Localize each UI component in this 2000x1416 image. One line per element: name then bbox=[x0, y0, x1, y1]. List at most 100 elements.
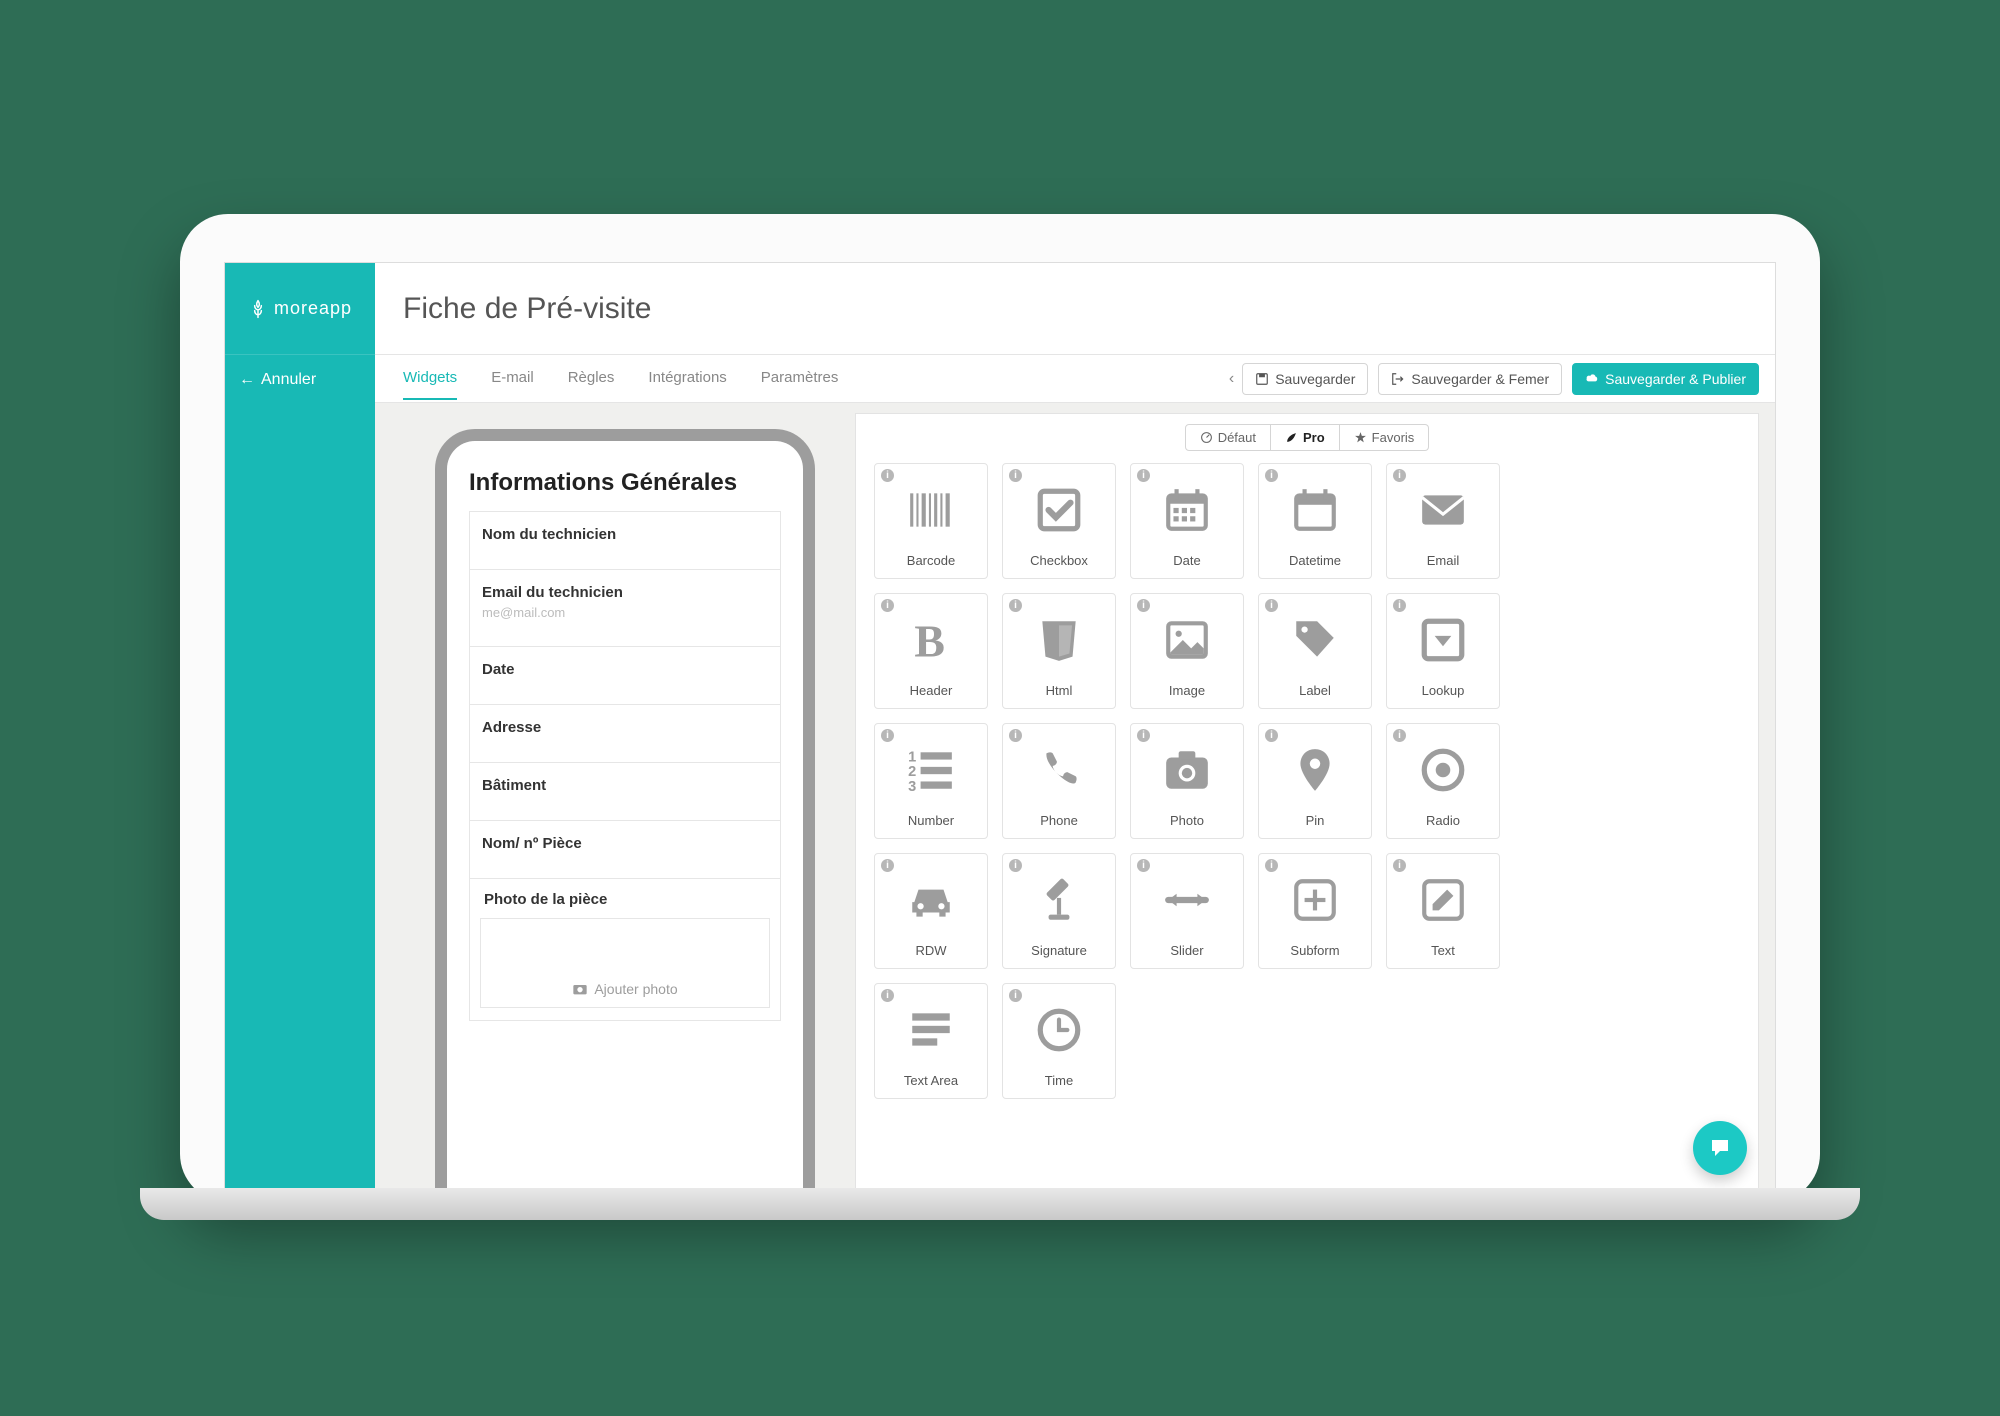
info-icon[interactable]: i bbox=[881, 599, 894, 612]
info-icon[interactable]: i bbox=[1137, 599, 1150, 612]
widget-subform[interactable]: iSubform bbox=[1258, 853, 1372, 969]
plus-square-icon bbox=[1290, 862, 1340, 937]
widget-text[interactable]: iText bbox=[1386, 853, 1500, 969]
field-label: Adresse bbox=[482, 719, 768, 736]
widget-name: Email bbox=[1427, 553, 1460, 568]
bold-icon bbox=[906, 602, 956, 677]
widget-name: Html bbox=[1046, 683, 1073, 698]
text-lines-icon bbox=[906, 992, 956, 1067]
tab-règles[interactable]: Règles bbox=[568, 357, 615, 400]
cloud-icon bbox=[1585, 372, 1599, 386]
widget-tab-défaut[interactable]: Défaut bbox=[1185, 424, 1271, 451]
info-icon[interactable]: i bbox=[1265, 599, 1278, 612]
widget-date[interactable]: iDate bbox=[1130, 463, 1244, 579]
info-icon[interactable]: i bbox=[1009, 729, 1022, 742]
widget-name: Barcode bbox=[907, 553, 955, 568]
widget-slider[interactable]: i Slider bbox=[1130, 853, 1244, 969]
chat-icon bbox=[1708, 1136, 1732, 1160]
save-publish-button[interactable]: Sauvegarder & Publier bbox=[1572, 363, 1759, 395]
widget-tab-favoris[interactable]: Favoris bbox=[1340, 424, 1430, 451]
widget-header[interactable]: i Header bbox=[874, 593, 988, 709]
widget-email[interactable]: i Email bbox=[1386, 463, 1500, 579]
edit-icon bbox=[1418, 862, 1468, 937]
widget-image[interactable]: i Image bbox=[1130, 593, 1244, 709]
widget-lookup[interactable]: i Lookup bbox=[1386, 593, 1500, 709]
form-field[interactable]: Nom du technicien bbox=[469, 511, 781, 570]
chat-fab[interactable] bbox=[1693, 1121, 1747, 1175]
form-field[interactable]: Email du technicienme@mail.com bbox=[469, 570, 781, 647]
save-button[interactable]: Sauvegarder bbox=[1242, 363, 1368, 395]
content-area: Informations Générales Nom du technicien… bbox=[375, 403, 1775, 1201]
form-field[interactable]: Date bbox=[469, 647, 781, 705]
info-icon[interactable]: i bbox=[881, 859, 894, 872]
tab-e-mail[interactable]: E-mail bbox=[491, 357, 534, 400]
widget-phone[interactable]: iPhone bbox=[1002, 723, 1116, 839]
field-label: Bâtiment bbox=[482, 777, 768, 794]
html5-icon bbox=[1034, 602, 1084, 677]
widget-name: Header bbox=[910, 683, 953, 698]
widget-name: Image bbox=[1169, 683, 1205, 698]
image-icon bbox=[1162, 602, 1212, 677]
info-icon[interactable]: i bbox=[1137, 859, 1150, 872]
info-icon[interactable]: i bbox=[1137, 469, 1150, 482]
info-icon[interactable]: i bbox=[1137, 729, 1150, 742]
info-icon[interactable]: i bbox=[1265, 859, 1278, 872]
widget-datetime[interactable]: iDatetime bbox=[1258, 463, 1372, 579]
back-label: Annuler bbox=[261, 371, 316, 389]
save-icon bbox=[1255, 372, 1269, 386]
back-button[interactable]: ← Annuler bbox=[225, 355, 375, 405]
widget-name: Lookup bbox=[1422, 683, 1465, 698]
info-icon[interactable]: i bbox=[881, 729, 894, 742]
widget-time[interactable]: iTime bbox=[1002, 983, 1116, 1099]
info-icon[interactable]: i bbox=[1393, 859, 1406, 872]
info-icon[interactable]: i bbox=[1009, 599, 1022, 612]
info-icon[interactable]: i bbox=[1009, 469, 1022, 482]
info-icon[interactable]: i bbox=[1265, 729, 1278, 742]
widget-grid: i Barcode i Checkbox iDateiDatetime i Email i He… bbox=[874, 463, 1740, 1099]
info-icon[interactable]: i bbox=[1009, 989, 1022, 1002]
tab-row: Widgets E-mail Règles Intégrations Paramètre… bbox=[403, 357, 1221, 400]
widget-name: Slider bbox=[1170, 943, 1203, 958]
laptop-base bbox=[140, 1188, 1860, 1220]
widget-barcode[interactable]: i Barcode bbox=[874, 463, 988, 579]
widget-tab-pro[interactable]: Pro bbox=[1271, 424, 1340, 451]
add-photo-box[interactable]: Ajouter photo bbox=[480, 918, 770, 1008]
form-field[interactable]: Adresse bbox=[469, 705, 781, 763]
tab-intégrations[interactable]: Intégrations bbox=[648, 357, 726, 400]
info-icon[interactable]: i bbox=[1393, 469, 1406, 482]
field-label: Nom/ nº Pièce bbox=[482, 835, 768, 852]
tab-paramètres[interactable]: Paramètres bbox=[761, 357, 839, 400]
tabs-scroll-left-icon[interactable]: ‹ bbox=[1221, 370, 1242, 388]
widget-number[interactable]: iNumber bbox=[874, 723, 988, 839]
widget-name: Photo bbox=[1170, 813, 1204, 828]
form-field[interactable]: Nom/ nº Pièce bbox=[469, 821, 781, 879]
add-photo-label: Ajouter photo bbox=[594, 981, 677, 997]
tab-widgets[interactable]: Widgets bbox=[403, 357, 457, 400]
info-icon[interactable]: i bbox=[1009, 859, 1022, 872]
widget-html[interactable]: i Html bbox=[1002, 593, 1116, 709]
camera-icon bbox=[1162, 732, 1212, 807]
info-icon[interactable]: i bbox=[1393, 599, 1406, 612]
widget-label[interactable]: iLabel bbox=[1258, 593, 1372, 709]
widget-signature[interactable]: iSignature bbox=[1002, 853, 1116, 969]
widget-radio[interactable]: iRadio bbox=[1386, 723, 1500, 839]
widget-checkbox[interactable]: i Checkbox bbox=[1002, 463, 1116, 579]
save-close-button[interactable]: Sauvegarder & Femer bbox=[1378, 363, 1562, 395]
info-icon[interactable]: i bbox=[1393, 729, 1406, 742]
laptop-frame: moreapp ← Annuler Fiche de Pré-visite Wi… bbox=[180, 214, 1820, 1202]
widget-name: Text Area bbox=[904, 1073, 958, 1088]
widget-photo[interactable]: i Photo bbox=[1130, 723, 1244, 839]
gavel-icon bbox=[1034, 862, 1084, 937]
widget-name: Checkbox bbox=[1030, 553, 1088, 568]
info-icon[interactable]: i bbox=[881, 989, 894, 1002]
widgets-panel: DéfautProFavoris iBarcodeiCheckboxiDatei… bbox=[855, 413, 1759, 1201]
form-field[interactable]: Bâtiment bbox=[469, 763, 781, 821]
field-label: Date bbox=[482, 661, 768, 678]
widget-pin[interactable]: iPin bbox=[1258, 723, 1372, 839]
info-icon[interactable]: i bbox=[881, 469, 894, 482]
widget-rdw[interactable]: iRDW bbox=[874, 853, 988, 969]
envelope-icon bbox=[1418, 472, 1468, 547]
photo-field[interactable]: Photo de la pièce Ajouter photo bbox=[469, 879, 781, 1021]
widget-text-area[interactable]: i Text Area bbox=[874, 983, 988, 1099]
info-icon[interactable]: i bbox=[1265, 469, 1278, 482]
